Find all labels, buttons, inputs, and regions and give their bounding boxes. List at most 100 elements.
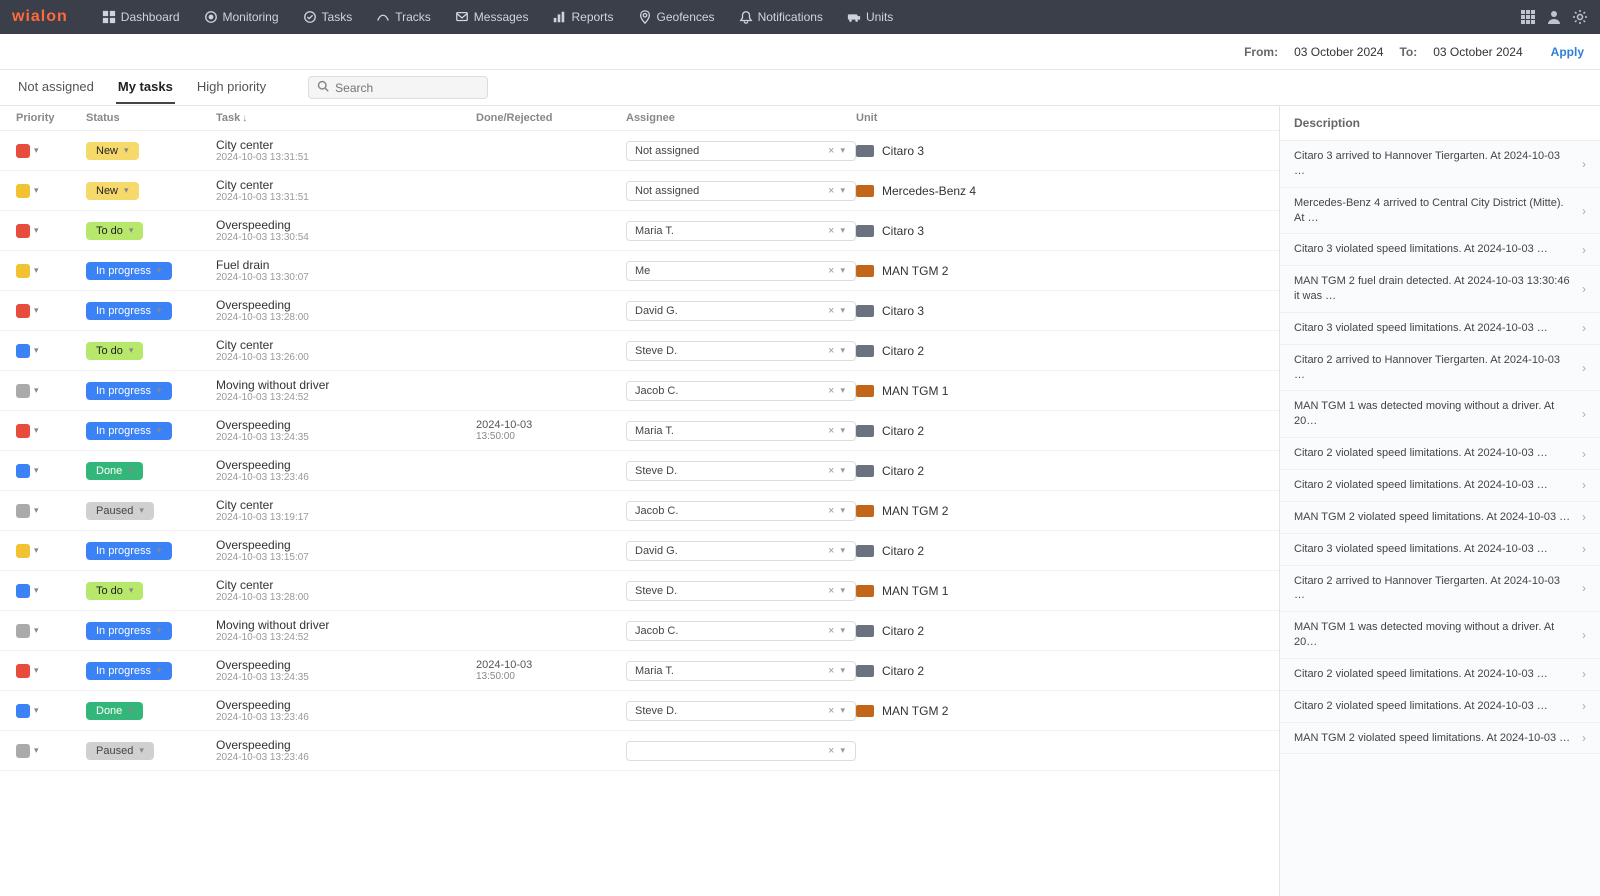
col-assignee[interactable]: Assignee [626, 112, 856, 124]
chevron-down-icon[interactable]: ▾ [34, 505, 39, 516]
description-item[interactable]: Citaro 3 violated speed limitations. At … [1280, 234, 1600, 266]
description-item[interactable]: MAN TGM 2 violated speed limitations. At… [1280, 502, 1600, 534]
assignee-select[interactable]: Jacob C. × ▾ [626, 501, 856, 521]
description-item[interactable]: MAN TGM 2 violated speed limitations. At… [1280, 723, 1600, 755]
assignee-select[interactable]: Jacob C. × ▾ [626, 381, 856, 401]
nav-notifications[interactable]: Notifications [729, 4, 833, 30]
table-row[interactable]: ▾ To do ▾ Overspeeding 2024-10-03 13:30:… [0, 211, 1279, 251]
status-select[interactable]: In progress ▾ [86, 262, 172, 280]
tab-high-priority[interactable]: High priority [195, 71, 268, 104]
clear-icon[interactable]: × [824, 465, 838, 477]
priority-cell[interactable]: ▾ [16, 704, 86, 718]
chevron-down-icon[interactable]: ▾ [838, 145, 847, 156]
table-row[interactable]: ▾ In progress ▾ Moving without driver 20… [0, 611, 1279, 651]
chevron-down-icon[interactable]: ▾ [34, 345, 39, 356]
priority-cell[interactable]: ▾ [16, 624, 86, 638]
clear-icon[interactable]: × [824, 665, 838, 677]
priority-cell[interactable]: ▾ [16, 744, 86, 758]
clear-icon[interactable]: × [824, 345, 838, 357]
description-item[interactable]: Citaro 2 arrived to Hannover Tiergarten.… [1280, 566, 1600, 613]
chevron-down-icon[interactable]: ▾ [838, 545, 847, 556]
chevron-down-icon[interactable]: ▾ [34, 265, 39, 276]
chevron-down-icon[interactable]: ▾ [838, 345, 847, 356]
priority-cell[interactable]: ▾ [16, 544, 86, 558]
chevron-down-icon[interactable]: ▾ [34, 625, 39, 636]
description-item[interactable]: Citaro 3 violated speed limitations. At … [1280, 534, 1600, 566]
search-field[interactable] [308, 76, 488, 99]
from-date[interactable]: 03 October 2024 [1294, 45, 1383, 59]
assignee-select[interactable]: Steve D. × ▾ [626, 701, 856, 721]
clear-icon[interactable]: × [824, 505, 838, 517]
chevron-down-icon[interactable]: ▾ [838, 185, 847, 196]
chevron-down-icon[interactable]: ▾ [838, 665, 847, 676]
status-select[interactable]: In progress ▾ [86, 622, 172, 640]
chevron-down-icon[interactable]: ▾ [34, 145, 39, 156]
status-select[interactable]: In progress ▾ [86, 662, 172, 680]
chevron-down-icon[interactable]: ▾ [838, 425, 847, 436]
priority-cell[interactable]: ▾ [16, 584, 86, 598]
clear-icon[interactable]: × [824, 265, 838, 277]
chevron-down-icon[interactable]: ▾ [34, 545, 39, 556]
clear-icon[interactable]: × [824, 425, 838, 437]
table-row[interactable]: ▾ To do ▾ City center 2024-10-03 13:26:0… [0, 331, 1279, 371]
assignee-select[interactable]: David G. × ▾ [626, 301, 856, 321]
clear-icon[interactable]: × [824, 185, 838, 197]
nav-monitoring[interactable]: Monitoring [194, 4, 289, 30]
user-icon[interactable] [1546, 9, 1562, 25]
status-select[interactable]: In progress ▾ [86, 542, 172, 560]
priority-cell[interactable]: ▾ [16, 184, 86, 198]
chevron-down-icon[interactable]: ▾ [838, 385, 847, 396]
table-row[interactable]: ▾ In progress ▾ Fuel drain 2024-10-03 13… [0, 251, 1279, 291]
status-select[interactable]: To do ▾ [86, 342, 143, 360]
col-unit[interactable]: Unit [856, 112, 1263, 124]
nav-reports[interactable]: Reports [542, 4, 623, 30]
assignee-select[interactable]: Maria T. × ▾ [626, 421, 856, 441]
assignee-select[interactable]: Jacob C. × ▾ [626, 621, 856, 641]
status-select[interactable]: To do ▾ [86, 222, 143, 240]
table-row[interactable]: ▾ New ▾ City center 2024-10-03 13:31:51 … [0, 171, 1279, 211]
description-item[interactable]: MAN TGM 2 fuel drain detected. At 2024-1… [1280, 266, 1600, 313]
chevron-down-icon[interactable]: ▾ [838, 625, 847, 636]
chevron-down-icon[interactable]: ▾ [34, 425, 39, 436]
priority-cell[interactable]: ▾ [16, 424, 86, 438]
chevron-down-icon[interactable]: ▾ [34, 185, 39, 196]
nav-units[interactable]: Units [837, 4, 903, 30]
table-row[interactable]: ▾ Paused ▾ Overspeeding 2024-10-03 13:23… [0, 731, 1279, 771]
table-row[interactable]: ▾ New ▾ City center 2024-10-03 13:31:51 … [0, 131, 1279, 171]
chevron-down-icon[interactable]: ▾ [34, 385, 39, 396]
chevron-down-icon[interactable]: ▾ [838, 265, 847, 276]
nav-dashboard[interactable]: Dashboard [92, 4, 190, 30]
chevron-down-icon[interactable]: ▾ [34, 225, 39, 236]
clear-icon[interactable]: × [824, 145, 838, 157]
description-item[interactable]: MAN TGM 1 was detected moving without a … [1280, 391, 1600, 438]
description-item[interactable]: Citaro 2 arrived to Hannover Tiergarten.… [1280, 345, 1600, 392]
status-select[interactable]: Paused ▾ [86, 742, 154, 760]
priority-cell[interactable]: ▾ [16, 664, 86, 678]
status-select[interactable]: In progress ▾ [86, 422, 172, 440]
nav-geofences[interactable]: Geofences [628, 4, 725, 30]
table-row[interactable]: ▾ In progress ▾ Overspeeding 2024-10-03 … [0, 651, 1279, 691]
clear-icon[interactable]: × [824, 705, 838, 717]
assignee-select[interactable]: Me × ▾ [626, 261, 856, 281]
description-item[interactable]: Citaro 2 violated speed limitations. At … [1280, 659, 1600, 691]
chevron-down-icon[interactable]: ▾ [838, 745, 847, 756]
priority-cell[interactable]: ▾ [16, 464, 86, 478]
description-item[interactable]: Citaro 2 violated speed limitations. At … [1280, 470, 1600, 502]
chevron-down-icon[interactable]: ▾ [838, 305, 847, 316]
col-status[interactable]: Status [86, 112, 216, 124]
table-row[interactable]: ▾ In progress ▾ Overspeeding 2024-10-03 … [0, 531, 1279, 571]
clear-icon[interactable]: × [824, 225, 838, 237]
priority-cell[interactable]: ▾ [16, 344, 86, 358]
assignee-select[interactable]: Not assigned × ▾ [626, 141, 856, 161]
tab-not-assigned[interactable]: Not assigned [16, 71, 96, 104]
nav-messages[interactable]: Messages [445, 4, 539, 30]
description-item[interactable]: Citaro 3 violated speed limitations. At … [1280, 313, 1600, 345]
clear-icon[interactable]: × [824, 625, 838, 637]
chevron-down-icon[interactable]: ▾ [838, 585, 847, 596]
chevron-down-icon[interactable]: ▾ [34, 305, 39, 316]
assignee-select[interactable]: Not assigned × ▾ [626, 181, 856, 201]
search-input[interactable] [335, 81, 479, 95]
priority-cell[interactable]: ▾ [16, 504, 86, 518]
assignee-select[interactable]: Maria T. × ▾ [626, 221, 856, 241]
clear-icon[interactable]: × [824, 305, 838, 317]
